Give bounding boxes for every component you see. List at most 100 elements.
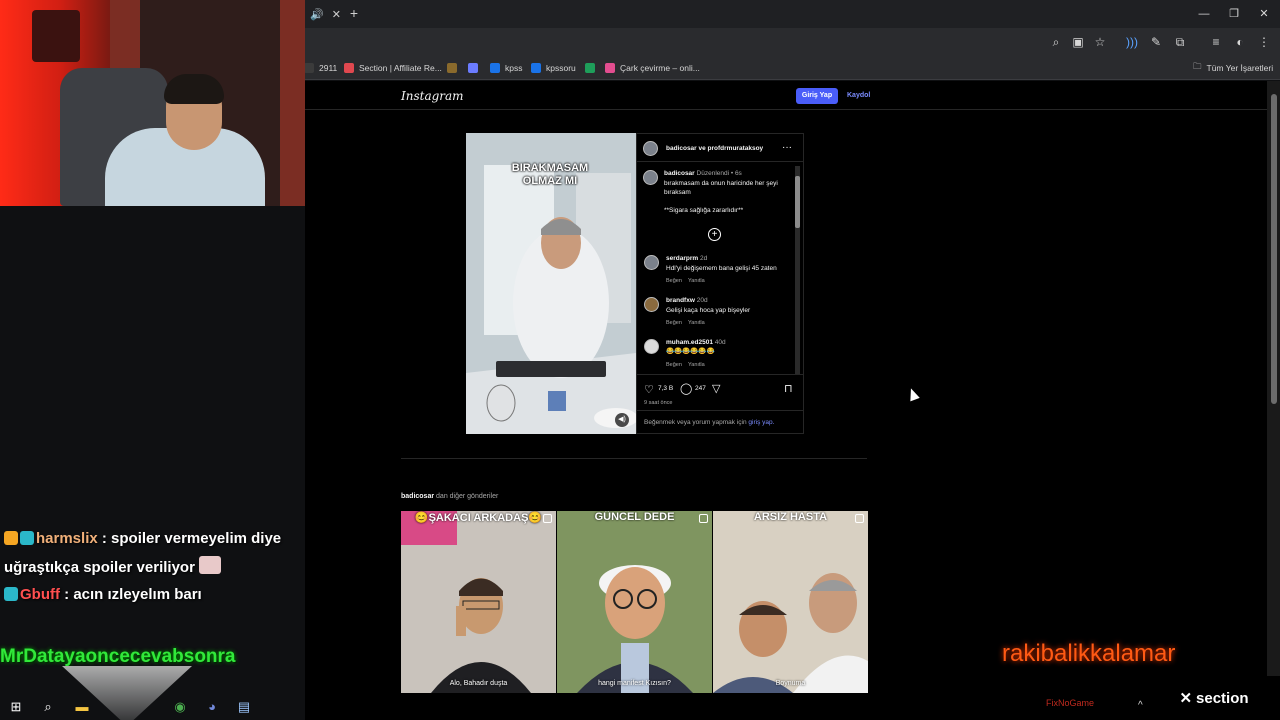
comment-count: 247 — [695, 385, 706, 392]
folder-icon: 🗀 — [1193, 61, 1202, 71]
avatar[interactable] — [644, 255, 659, 270]
posted-time: 9 saat önce — [644, 400, 673, 406]
reel-icon — [699, 514, 708, 523]
reply-link[interactable]: Yanıtla — [688, 278, 705, 284]
like-comment-link[interactable]: Beğen — [666, 278, 682, 284]
like-comment-link[interactable]: Beğen — [666, 362, 682, 368]
more-post-thumbnail[interactable]: ARSIZ HASTA Boynuma — [713, 511, 868, 693]
section-divider — [401, 458, 867, 459]
bookmark-item[interactable]: kpss — [490, 60, 522, 76]
thumbnail-illustration — [401, 511, 556, 693]
bookmark-favicon-icon — [468, 63, 478, 73]
star-icon[interactable]: ☆ — [1092, 34, 1108, 50]
pen-icon[interactable]: ✎ — [1148, 34, 1164, 50]
thumbnail-illustration — [713, 511, 868, 693]
avatar[interactable] — [644, 339, 659, 354]
puzzle-icon[interactable]: ⧉ — [1172, 34, 1188, 50]
thumbnail-caption: Boynuma — [775, 680, 806, 687]
search-icon[interactable]: ⌕ — [38, 697, 58, 717]
reply-link[interactable]: Yanıtla — [688, 362, 705, 368]
reel-icon — [543, 514, 552, 523]
new-tab-button[interactable]: + — [346, 5, 362, 21]
chat-badge-icon — [4, 587, 18, 601]
page-scrollbar-thumb[interactable] — [1271, 94, 1277, 404]
more-options-icon[interactable]: ··· — [782, 142, 792, 153]
close-window-button[interactable]: ✕ — [1254, 5, 1274, 23]
bookmark-favicon-icon — [585, 63, 595, 73]
chat-message-continuation: uğraştıkça spoiler veriliyor — [4, 556, 223, 576]
screen: { "browser": { "bookmarks": [ {"label": … — [0, 0, 1280, 720]
minimize-button[interactable]: — — [1194, 5, 1214, 23]
bookmark-item[interactable] — [447, 60, 457, 76]
tab-close-icon[interactable]: ✕ — [332, 8, 341, 21]
signup-link[interactable]: Kaydol — [847, 88, 870, 104]
file-explorer-icon[interactable]: ▬ — [72, 697, 92, 717]
avatar[interactable] — [643, 141, 658, 156]
app-window-icon[interactable]: ▤ — [234, 697, 254, 717]
stream-overlay-text: rakibalikkalamar — [1002, 640, 1176, 667]
bookmark-item[interactable] — [468, 60, 478, 76]
fixnogame-watermark: FixNoGame — [1046, 698, 1095, 708]
login-button[interactable]: Giriş Yap — [796, 88, 838, 104]
load-more-comments-icon[interactable]: + — [708, 228, 721, 241]
bookmark-item[interactable]: 2911 — [304, 60, 337, 76]
bookmark-favicon-icon — [531, 63, 541, 73]
mute-icon[interactable]: ◀) — [615, 413, 629, 427]
avatar[interactable] — [643, 170, 658, 185]
bookmark-item[interactable]: kpssoru — [531, 60, 576, 76]
media-control-icon[interactable]: ≡ — [1208, 34, 1224, 50]
reply-link[interactable]: Yanıtla — [688, 320, 705, 326]
restore-button[interactable]: ❐ — [1224, 5, 1244, 23]
post-author[interactable]: badicosar ve profdrmurataksoy — [666, 145, 763, 152]
webcam-overlay — [0, 0, 305, 206]
bookmark-favicon-icon — [605, 63, 615, 73]
like-comment-link[interactable]: Beğen — [666, 320, 682, 326]
chat-badge-icon — [20, 531, 34, 545]
tray-caret-icon[interactable]: ^ — [1138, 700, 1143, 711]
bookmark-favicon-icon — [490, 63, 500, 73]
heart-icon[interactable]: ♡ — [644, 383, 654, 396]
comment-text: Gelişi kaça hoca yap bişeyler — [666, 307, 751, 314]
video-caption: BIRAKMASAM OLMAZ MI — [511, 162, 589, 187]
thumbnail-title: 😊ŞAKACI ARKADAŞ😊 — [414, 512, 543, 524]
menu-icon[interactable]: ⋮ — [1256, 34, 1272, 50]
audio-icon[interactable]: 🔊 — [310, 8, 324, 21]
bookmark-favicon-icon — [344, 63, 354, 73]
comments-scrollbar-thumb[interactable] — [795, 176, 800, 228]
bookmark-item[interactable] — [585, 60, 595, 76]
extension-wave-icon[interactable]: ))) — [1124, 34, 1140, 50]
profile-avatar-icon[interactable]: ◐ — [1232, 34, 1248, 50]
bookmark-item[interactable]: Section | Affiliate Re... — [344, 60, 442, 76]
bookmark-favicon-icon — [447, 63, 457, 73]
thumbnail-caption: Alo, Bahadır duşta — [449, 680, 508, 687]
zoom-icon[interactable]: ⌕ — [1048, 34, 1064, 50]
bookmark-icon[interactable]: ⊓ — [784, 382, 793, 395]
comment-icon[interactable]: ◯ — [680, 382, 692, 395]
more-post-thumbnail[interactable]: GÜNCEL DEDE hangi manifest Kızısın? — [557, 511, 712, 693]
browser-tab[interactable]: 🔊 ✕ — [300, 2, 341, 26]
bookmark-item[interactable]: Çark çevirme – onli... — [605, 60, 700, 76]
avatar[interactable] — [644, 297, 659, 312]
thumbnail-caption: hangi manifest Kızısın? — [598, 680, 671, 687]
chat-emote-icon — [199, 556, 222, 574]
comment-text: 😂😂😂😂😂😂 — [666, 348, 715, 355]
comment-user: muham.ed2501 40d — [666, 339, 726, 346]
caption-text: bırakmasam da onun haricinde her şeyi — [664, 180, 778, 187]
cast-icon[interactable]: ▣ — [1070, 34, 1086, 50]
share-icon[interactable]: ▽ — [712, 382, 720, 395]
discord-icon[interactable]: ◕ — [202, 697, 222, 717]
login-prompt-link[interactable]: giriş yap. — [748, 419, 774, 426]
chrome-icon[interactable]: ◉ — [170, 697, 190, 717]
section-sponsor-logo: ✕ section — [1148, 676, 1280, 720]
caption-user: badicosar Düzenlendi • 6s — [664, 170, 742, 177]
windows-start-icon[interactable]: ⊞ — [6, 697, 26, 717]
thumbnail-title: ARSIZ HASTA — [753, 511, 828, 523]
bookmark-favicon-icon — [304, 63, 314, 73]
webcam-jersey — [32, 10, 80, 62]
instagram-logo[interactable]: Instagram — [401, 89, 464, 103]
more-post-thumbnail[interactable]: 😊ŞAKACI ARKADAŞ😊 Alo, Bahadır duşta — [401, 511, 556, 693]
more-posts-title: badicosar dan diğer gönderiler — [401, 493, 499, 500]
reel-icon — [855, 514, 864, 523]
chat-message: Gbuff : acın ızleyelım barı — [4, 586, 202, 603]
all-bookmarks-button[interactable]: 🗀 Tüm Yer İşaretleri — [1193, 60, 1273, 76]
